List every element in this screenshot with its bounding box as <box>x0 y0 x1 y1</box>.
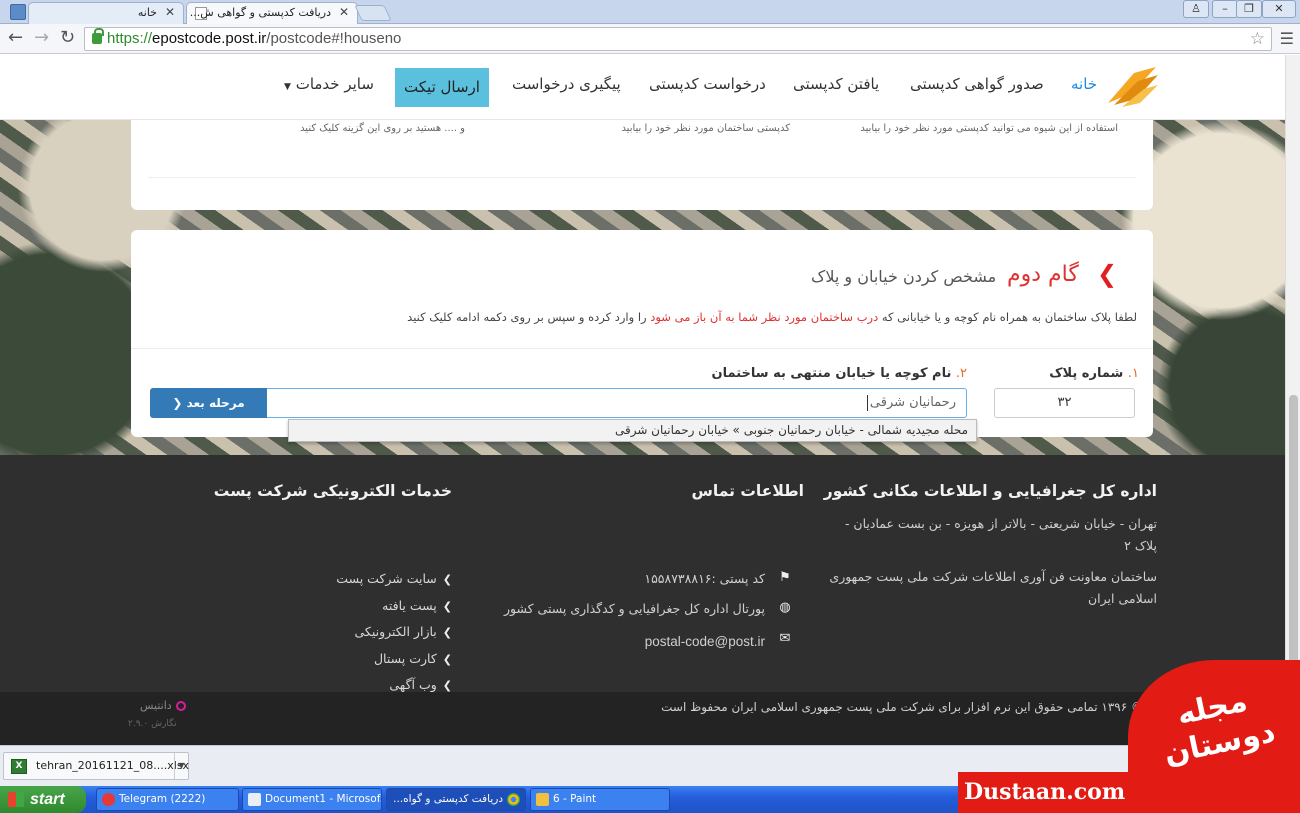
post-logo[interactable] <box>1104 63 1160 109</box>
next-step-button[interactable]: مرحله بعد ❮ <box>150 388 267 418</box>
tab-title: خانه <box>137 6 157 19</box>
back-icon[interactable]: ← <box>8 28 23 48</box>
chevron-icon: ❯ <box>442 626 452 639</box>
plak-label: ۱. شماره پلاک <box>1049 366 1139 381</box>
mailbox-icon: ⚑ <box>779 570 791 585</box>
footer-link[interactable]: ❯بازار الکترونیکی <box>355 624 453 639</box>
footer-link[interactable]: ❯سایت شرکت پست <box>336 571 452 586</box>
page-viewport: خانه صدور گواهی کدپستی یافتن کدپستی درخو… <box>0 55 1285 745</box>
dustaan-watermark: مجله دوستان Dustaan.com <box>958 660 1300 813</box>
nav-find-postcode[interactable]: یافتن کدپستی <box>793 75 879 93</box>
url-text: https://epostcode.post.ir/postcode#!hous… <box>107 30 402 47</box>
word-doc-icon <box>248 793 261 806</box>
start-button[interactable]: start <box>0 786 86 813</box>
download-filename: tehran_20161121_08....xlsx <box>36 759 190 772</box>
chevron-icon: ❯ <box>442 653 452 666</box>
footer: اداره کل جغرافیایی و اطلاعات مکانی کشور … <box>0 455 1285 692</box>
street-name-input[interactable]: رحمانیان شرقی <box>266 388 967 418</box>
reload-icon[interactable]: ↻ <box>60 28 75 48</box>
step1-hint: کدپستی ساختمان مورد نظر خود را بیابید <box>621 123 790 134</box>
text-caret <box>866 394 868 411</box>
forward-icon[interactable]: → <box>34 28 49 48</box>
close-tab-icon[interactable]: ✕ <box>165 5 175 19</box>
nav-track-request[interactable]: پیگیری درخواست <box>512 75 621 93</box>
dantis-logo-icon <box>175 701 186 711</box>
step-instruction: لطفا پلاک ساختمان به همراه نام کوچه و یا… <box>407 310 1137 324</box>
taskbar-chrome[interactable]: دریافت کدپستی و گواه... <box>386 788 526 811</box>
step-title: گام دوم <box>1007 262 1079 287</box>
street-label: ۲. نام کوچه یا خیابان منتهی به ساختمان <box>711 366 967 381</box>
footer-address: تهران - خیابان شریعتی - بالاتر از هویزه … <box>844 516 1157 553</box>
lock-icon <box>92 28 104 44</box>
tab-home[interactable]: ✕ خانه <box>28 2 184 24</box>
nav-issue-certificate[interactable]: صدور گواهی کدپستی <box>910 75 1044 93</box>
chevron-left-icon: ❮ <box>1097 260 1118 288</box>
taskbar-telegram[interactable]: Telegram (2222) <box>96 788 239 811</box>
caret-down-icon: ▼ <box>284 82 291 92</box>
browser-app-icon[interactable] <box>10 4 26 20</box>
footer-org-title: اداره کل جغرافیایی و اطلاعات مکانی کشور <box>823 482 1157 500</box>
browser-menu-icon[interactable]: ☰ <box>1280 29 1294 48</box>
step1-hint: و .... هستید بر روی این گزینه کلیک کنید <box>300 123 465 134</box>
tab-postcode[interactable]: ✕ دریافت کدپستی و گواهی ش... <box>186 2 358 24</box>
footer-contact-title: اطلاعات تماس <box>691 482 804 500</box>
autocomplete-suggestion[interactable]: محله مجیدیه شمالی - خیابان رحمانیان جنوب… <box>288 419 977 442</box>
step1-hint: استفاده از این شیوه می توانید کدپستی مور… <box>860 123 1118 134</box>
telegram-icon <box>102 793 115 806</box>
chevron-icon: ❯ <box>442 600 452 613</box>
excel-file-icon: X <box>11 759 27 774</box>
dropdown-arrow-icon[interactable]: ▼ <box>174 753 188 779</box>
envelope-icon: ✉ <box>779 631 791 646</box>
nav-more-services[interactable]: سایر خدمات ▼ <box>284 75 374 93</box>
email-link[interactable]: postal-code@post.ir <box>645 634 765 649</box>
taskbar-word[interactable]: Document1 - Microsof... <box>242 788 382 811</box>
site-header: خانه صدور گواهی کدپستی یافتن کدپستی درخو… <box>0 55 1285 120</box>
nav-request-postcode[interactable]: درخواست کدپستی <box>649 75 766 93</box>
nav-home[interactable]: خانه <box>1071 75 1097 93</box>
divider <box>131 348 1153 349</box>
globe-icon: ◍ <box>779 600 791 615</box>
chrome-icon <box>507 793 520 806</box>
tab-title: دریافت کدپستی و گواهی ش... <box>189 6 331 19</box>
user-icon[interactable]: ♙ <box>1183 0 1209 18</box>
windows-logo-icon <box>8 792 24 807</box>
browser-tab-bar: ✕ خانه ✕ دریافت کدپستی و گواهی ش... ♙ – … <box>0 0 1300 24</box>
postal-code-text: کد پستی :۱۵۵۸۷۳۸۸۱۶ <box>644 571 765 586</box>
restore-icon[interactable]: ❐ <box>1236 0 1262 18</box>
dantis-credit[interactable]: دانتیس <box>140 699 186 712</box>
watermark-brand: Dustaan.com <box>958 772 1158 813</box>
step-subtitle: مشخص کردن خیابان و پلاک <box>811 267 997 286</box>
portal-link[interactable]: پورتال اداره کل جغرافیایی و کدگذاری پستی… <box>504 601 765 616</box>
minimize-icon[interactable]: – <box>1212 0 1238 18</box>
step1-options: استفاده از این شیوه می توانید کدپستی مور… <box>148 120 1136 178</box>
new-tab-button[interactable] <box>354 5 392 21</box>
taskbar-paint[interactable]: 6 - Paint <box>530 788 670 811</box>
address-bar[interactable]: https://epostcode.post.ir/postcode#!hous… <box>84 27 1272 51</box>
close-icon[interactable]: ✕ <box>1262 0 1296 18</box>
chevron-icon: ❯ <box>442 679 452 692</box>
version-text: نگارش ۲.۹.۰ <box>128 719 177 729</box>
footer-services-title: خدمات الکترونیکی شرکت پست <box>213 482 452 500</box>
browser-toolbar: ← → ↻ https://epostcode.post.ir/postcode… <box>0 24 1300 54</box>
chevron-left-icon: ❮ <box>172 396 183 410</box>
page-scrollbar[interactable] <box>1285 55 1300 745</box>
footer-link[interactable]: ❯وب آگهی <box>389 677 452 692</box>
bookmark-star-icon[interactable]: ☆ <box>1250 29 1265 49</box>
plak-number-input[interactable]: ۳۲ <box>994 388 1135 418</box>
download-item[interactable]: X tehran_20161121_08....xlsx ▼ <box>3 752 189 780</box>
send-ticket-button[interactable]: ارسال تیکت <box>395 68 489 107</box>
paint-icon <box>536 793 549 806</box>
step2-panel: ❮ گام دوم مشخص کردن خیابان و پلاک لطفا پ… <box>131 230 1153 442</box>
chevron-icon: ❯ <box>442 573 452 586</box>
footer-building: ساختمان معاونت فن آوری اطلاعات شرکت ملی … <box>829 569 1157 606</box>
step1-panel: استفاده از این شیوه می توانید کدپستی مور… <box>131 120 1153 210</box>
footer-link[interactable]: ❯کارت پستال <box>374 651 452 666</box>
close-tab-icon[interactable]: ✕ <box>339 5 349 19</box>
footer-link[interactable]: ❯پست یافته <box>382 598 452 613</box>
